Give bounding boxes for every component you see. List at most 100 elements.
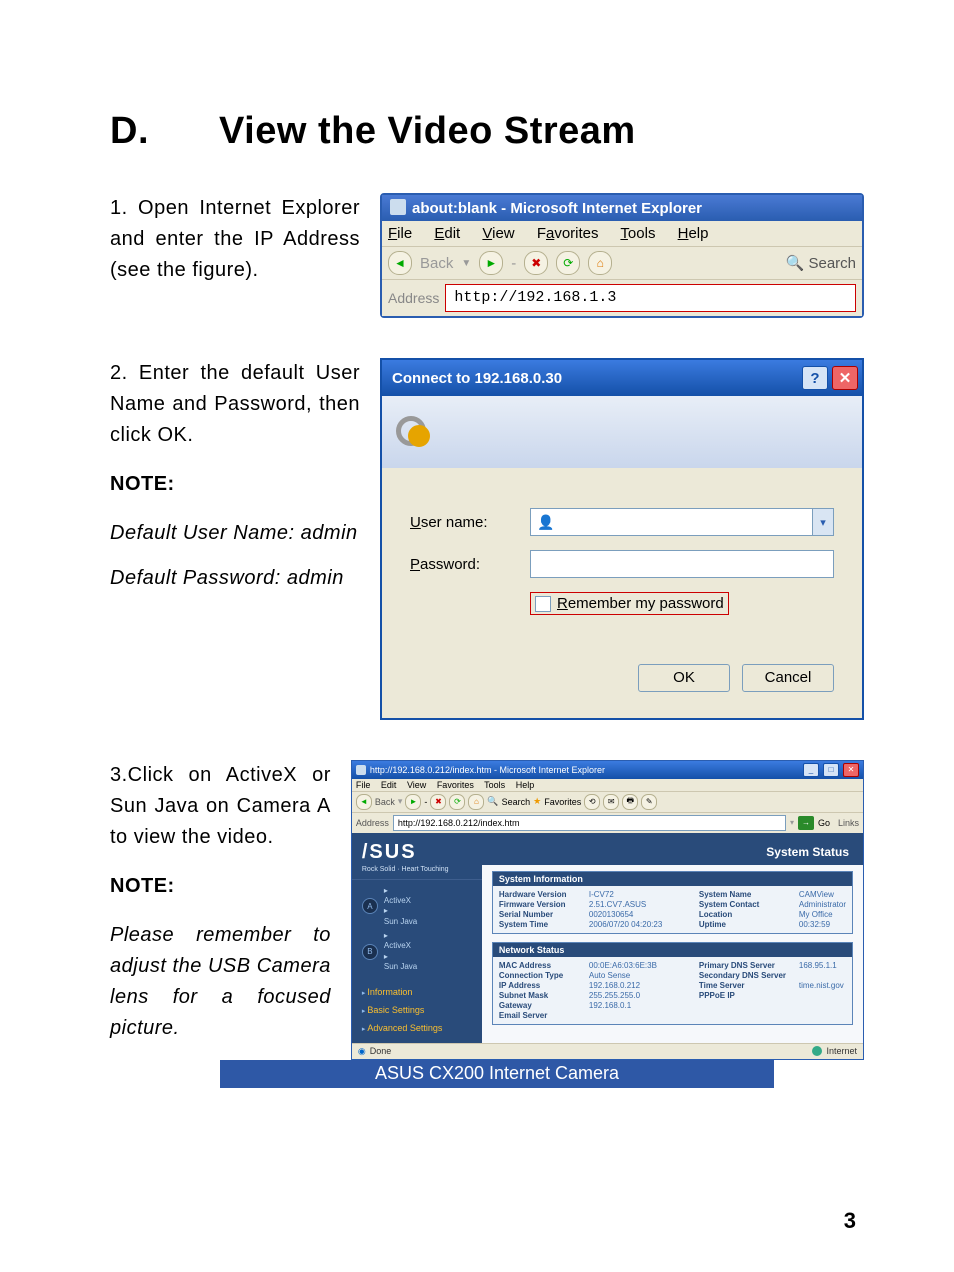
cancel-button[interactable]: Cancel xyxy=(742,664,834,692)
edit-button[interactable]: ✎ xyxy=(641,794,657,810)
help-button[interactable]: ? xyxy=(802,366,828,390)
table-value: 2.51.CV7.ASUS xyxy=(589,900,699,909)
menu-file[interactable]: File xyxy=(388,225,412,242)
menu-favorites[interactable]: Favorites xyxy=(537,225,599,242)
step2-text: 2. Enter the default User Name and Passw… xyxy=(110,358,360,451)
print-button[interactable]: 🖶 xyxy=(622,794,638,810)
camera-b-sunjava[interactable]: ▸ Sun Java xyxy=(384,952,417,973)
ok-button[interactable]: OK xyxy=(638,664,730,692)
menu-view[interactable]: View xyxy=(407,780,426,790)
menu-help[interactable]: Help xyxy=(678,225,709,242)
links-label[interactable]: Links xyxy=(838,818,859,828)
table-key: Secondary DNS Server xyxy=(699,971,799,980)
stop-button[interactable]: ✖ xyxy=(430,794,446,810)
menu-file[interactable]: File xyxy=(356,780,371,790)
camera-addressbar: Address http://192.168.0.212/index.htm ▾… xyxy=(352,812,863,833)
mail-button[interactable]: ✉ xyxy=(603,794,619,810)
step3-note-head: NOTE: xyxy=(110,871,331,902)
camera-a-activex[interactable]: ▸ ActiveX xyxy=(384,886,417,907)
menu-help[interactable]: Help xyxy=(516,780,535,790)
ie-toolbar: ◄ Back ▼ ► - ✖ ⟳ ⌂ 🔍 Search xyxy=(382,246,862,279)
username-input[interactable]: 👤 ▾ xyxy=(530,508,834,536)
table-value: CAMView xyxy=(799,890,846,899)
back-button[interactable]: ◄ xyxy=(388,251,412,275)
system-status-header: System Status xyxy=(482,833,863,865)
camera-menubar[interactable]: File Edit View Favorites Tools Help xyxy=(352,779,863,791)
forward-button[interactable]: ► xyxy=(405,794,421,810)
menu-favorites[interactable]: Favorites xyxy=(437,780,474,790)
ie-menubar[interactable]: File Edit View Favorites Tools Help xyxy=(382,221,862,246)
table-key: Primary DNS Server xyxy=(699,961,799,970)
table-key: System Time xyxy=(499,920,589,929)
ie-logo-icon xyxy=(356,765,366,775)
nav-advanced-settings[interactable]: Advanced Settings xyxy=(352,1019,482,1037)
refresh-button[interactable]: ⟳ xyxy=(449,794,465,810)
remember-label[interactable]: Remember my password xyxy=(557,595,724,612)
menu-edit[interactable]: Edit xyxy=(434,225,460,242)
login-dialog: Connect to 192.168.0.30 ? ✕ User name: 👤… xyxy=(380,358,864,720)
internet-zone-text: Internet xyxy=(826,1046,857,1056)
table-key: Uptime xyxy=(699,920,799,929)
forward-button[interactable]: ► xyxy=(479,251,503,275)
address-label: Address xyxy=(388,290,439,306)
table-value: Administrator xyxy=(799,900,846,909)
stop-button[interactable]: ✖ xyxy=(524,251,548,275)
camera-sidebar: /SUS Rock Solid · Heart Touching A ▸ Act… xyxy=(352,833,482,1043)
search-label[interactable]: Search xyxy=(502,797,531,807)
table-value: Auto Sense xyxy=(589,971,699,980)
nav-information[interactable]: Information xyxy=(352,983,482,1001)
camera-a-icon[interactable]: A xyxy=(362,898,378,914)
favorites-icon[interactable]: ★ xyxy=(533,796,541,807)
ie-title-text: about:blank - Microsoft Internet Explore… xyxy=(412,200,702,217)
table-value: 192.168.0.212 xyxy=(589,981,699,990)
search-icon[interactable]: 🔍 xyxy=(786,254,805,272)
password-input[interactable] xyxy=(530,550,834,578)
table-key xyxy=(699,1001,799,1010)
table-key: Hardware Version xyxy=(499,890,589,899)
address-input[interactable]: http://192.168.1.3 xyxy=(445,284,856,312)
menu-edit[interactable]: Edit xyxy=(381,780,397,790)
dialog-title-text: Connect to 192.168.0.30 xyxy=(392,370,798,387)
menu-tools[interactable]: Tools xyxy=(620,225,655,242)
username-dropdown-icon[interactable]: ▾ xyxy=(812,509,833,535)
close-button[interactable]: ✕ xyxy=(843,763,859,777)
table-key: System Name xyxy=(699,890,799,899)
table-value xyxy=(799,971,846,980)
table-value: 168.95.1.1 xyxy=(799,961,846,970)
home-button[interactable]: ⌂ xyxy=(588,251,612,275)
footer-text: ASUS CX200 Internet Camera xyxy=(375,1063,619,1084)
maximize-button[interactable]: □ xyxy=(823,763,839,777)
table-key xyxy=(699,1011,799,1020)
network-status-panel: Network Status MAC Address00:0E:A6:03:6E… xyxy=(492,942,853,1025)
keys-icon xyxy=(396,410,440,454)
address-input[interactable]: http://192.168.0.212/index.htm xyxy=(393,815,786,831)
remember-checkbox[interactable] xyxy=(535,596,551,612)
table-value: I-CV72 xyxy=(589,890,699,899)
refresh-button[interactable]: ⟳ xyxy=(556,251,580,275)
minimize-button[interactable]: _ xyxy=(803,763,819,777)
status-done-text: Done xyxy=(370,1046,813,1057)
back-button[interactable]: ◄ xyxy=(356,794,372,810)
home-button[interactable]: ⌂ xyxy=(468,794,484,810)
history-button[interactable]: ⟲ xyxy=(584,794,600,810)
camera-b-icon[interactable]: B xyxy=(362,944,378,960)
table-key: MAC Address xyxy=(499,961,589,970)
favorites-label[interactable]: Favorites xyxy=(544,797,581,807)
camera-b-activex[interactable]: ▸ ActiveX xyxy=(384,931,417,952)
back-dropdown-icon[interactable]: ▼ xyxy=(461,258,471,269)
password-label: Password: xyxy=(410,556,530,573)
nav-basic-settings[interactable]: Basic Settings xyxy=(352,1001,482,1019)
search-icon[interactable]: 🔍 xyxy=(487,796,498,807)
menu-tools[interactable]: Tools xyxy=(484,780,505,790)
search-label[interactable]: Search xyxy=(808,255,856,272)
menu-view[interactable]: View xyxy=(482,225,514,242)
camera-titlebar: http://192.168.0.212/index.htm - Microso… xyxy=(352,761,863,779)
camera-a-sunjava[interactable]: ▸ Sun Java xyxy=(384,906,417,927)
back-label: Back xyxy=(375,797,395,807)
camera-toolbar: ◄ Back ▾ ► - ✖ ⟳ ⌂ 🔍Search ★Favorites ⟲ … xyxy=(352,791,863,812)
close-button[interactable]: ✕ xyxy=(832,366,858,390)
sysinfo-title: System Information xyxy=(493,872,852,886)
footer-bar: ASUS CX200 Internet Camera xyxy=(220,1060,774,1088)
table-key: PPPoE IP xyxy=(699,991,799,1000)
go-button[interactable]: → xyxy=(798,816,814,830)
